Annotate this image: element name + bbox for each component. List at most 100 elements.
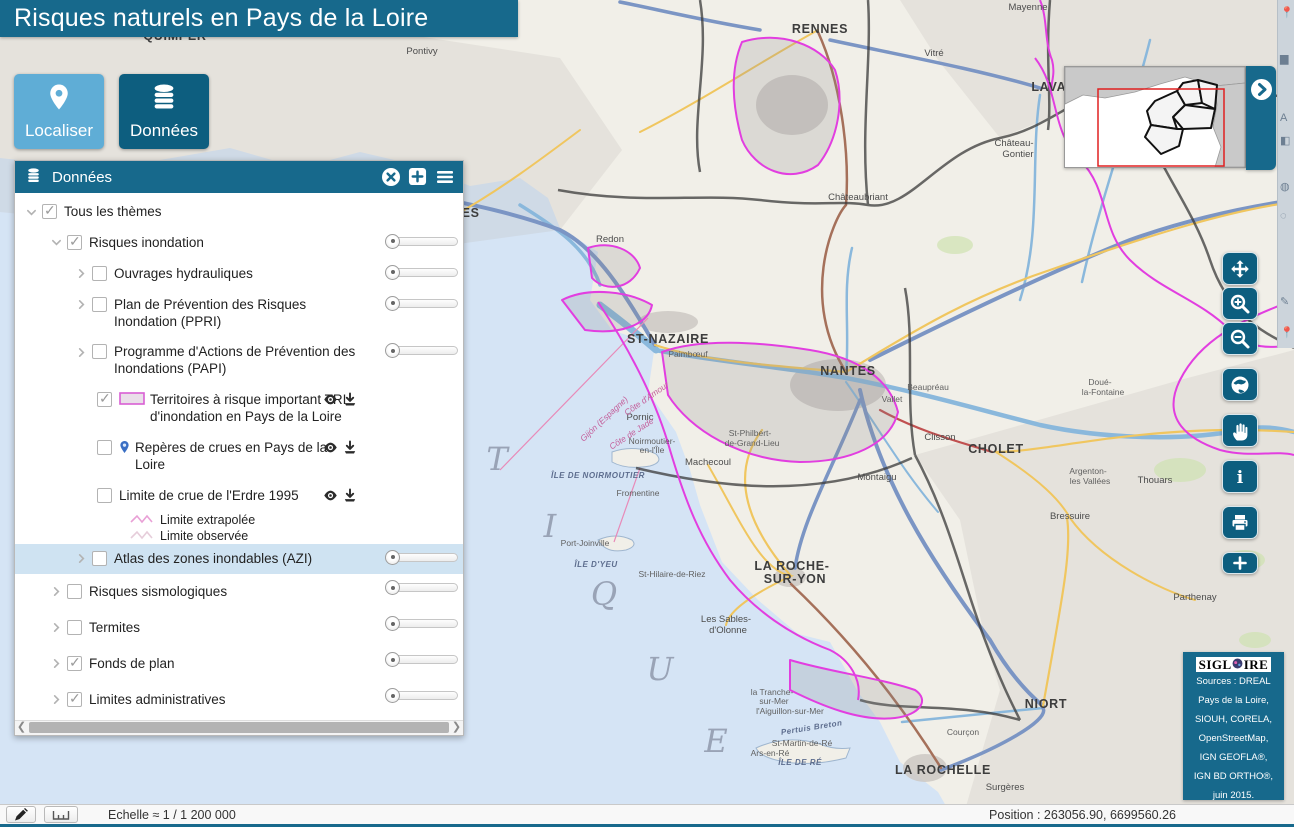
crue-marker-swatch	[119, 440, 130, 454]
chevron-down-icon[interactable]	[48, 235, 65, 251]
map-label: ÎLE D'YEU	[574, 560, 617, 569]
opacity-slider[interactable]	[386, 655, 458, 664]
add-icon[interactable]	[408, 167, 428, 187]
visibility-eye-icon[interactable]	[323, 392, 338, 407]
localiser-button[interactable]: Localiser	[14, 74, 104, 149]
layer-tree-row[interactable]: Ouvrages hydrauliques	[15, 259, 463, 290]
sources-line: juin 2015.	[1183, 786, 1284, 805]
info-button[interactable]: i	[1222, 460, 1258, 493]
print-button[interactable]	[1222, 506, 1258, 539]
layer-tree-row[interactable]: Limites administratives	[15, 682, 463, 718]
scroll-left-icon[interactable]: ❮	[15, 720, 28, 735]
svg-text:i: i	[1237, 468, 1244, 488]
layer-checkbox[interactable]	[92, 297, 107, 312]
slider-thumb[interactable]	[385, 550, 400, 565]
layer-checkbox[interactable]	[67, 584, 82, 599]
overview-collapse-tab[interactable]	[1246, 66, 1276, 170]
layer-checkbox[interactable]	[97, 488, 112, 503]
slider-thumb[interactable]	[385, 343, 400, 358]
visibility-eye-icon[interactable]	[323, 440, 338, 455]
scroll-right-icon[interactable]: ❯	[450, 720, 463, 735]
edge-panel-strip: 📍▆A◧◍◌✎📍	[1277, 0, 1294, 348]
layer-checkbox[interactable]	[97, 440, 112, 455]
full-extent-button[interactable]	[1222, 368, 1258, 401]
layer-checkbox[interactable]	[92, 551, 107, 566]
download-icon[interactable]	[343, 440, 357, 455]
chevron-right-icon[interactable]	[73, 266, 90, 282]
scalebar-tool-button[interactable]	[44, 806, 78, 823]
layer-checkbox[interactable]	[92, 266, 107, 281]
print-icon	[1229, 512, 1251, 534]
data-panel-header[interactable]: Données	[15, 161, 463, 193]
draw-tool-button[interactable]	[6, 806, 36, 823]
slider-thumb[interactable]	[385, 652, 400, 667]
opacity-slider[interactable]	[386, 583, 458, 592]
menu-icon[interactable]	[435, 167, 455, 187]
drag-hand-button[interactable]	[1222, 414, 1258, 447]
map-label: E	[703, 722, 727, 760]
layer-tree-row[interactable]: Termites	[15, 610, 463, 646]
map-label: Parthenay	[1173, 592, 1217, 603]
download-icon[interactable]	[343, 392, 357, 407]
opacity-slider[interactable]	[386, 553, 458, 562]
slider-thumb[interactable]	[385, 265, 400, 280]
scrollbar-thumb[interactable]	[29, 722, 449, 733]
layer-tree-row[interactable]: Fonds de plan	[15, 646, 463, 682]
layer-tree-row[interactable]: Risques sismologiques	[15, 574, 463, 610]
chevron-right-icon[interactable]	[73, 551, 90, 567]
pan-arrows-button[interactable]	[1222, 252, 1258, 285]
layer-checkbox[interactable]	[67, 620, 82, 635]
chevron-right-icon[interactable]	[48, 692, 65, 708]
map-label: St-Philbert-	[729, 428, 772, 438]
map-label: Châteaubriant	[828, 192, 888, 203]
sources-line: SIOUH, CORELA,	[1183, 710, 1284, 729]
opacity-slider[interactable]	[386, 691, 458, 700]
slider-thumb[interactable]	[385, 234, 400, 249]
layer-tree-row[interactable]: Programme d'Actions de Prévention des In…	[15, 337, 463, 385]
layer-checkbox[interactable]	[92, 344, 107, 359]
layer-tree-row[interactable]: Plan de Prévention des Risques Inondatio…	[15, 290, 463, 338]
pan-arrows-icon	[1229, 258, 1251, 280]
zigzag-pale-icon	[130, 529, 154, 543]
expand-plus-button[interactable]	[1222, 552, 1258, 574]
layer-label: Risques inondation	[89, 235, 204, 252]
panel-horizontal-scrollbar[interactable]: ❮ ❯	[15, 720, 463, 735]
layer-checkbox[interactable]	[67, 235, 82, 250]
layer-checkbox[interactable]	[67, 656, 82, 671]
opacity-slider[interactable]	[386, 237, 458, 246]
layer-checkbox[interactable]	[67, 692, 82, 707]
legend-entry: Limite observée	[15, 528, 463, 544]
layer-tree-row[interactable]: Atlas des zones inondables (AZI)	[15, 544, 463, 575]
opacity-slider[interactable]	[386, 299, 458, 308]
layer-tree-row[interactable]: Risques inondation	[15, 228, 463, 259]
visibility-eye-icon[interactable]	[323, 488, 338, 503]
layer-tree-row[interactable]: Tous les thèmes	[15, 197, 463, 228]
layer-tree-row[interactable]: Limite de crue de l'Erdre 1995	[15, 481, 463, 512]
layer-tree-row[interactable]: Repères de crues en Pays de la Loire	[15, 433, 463, 481]
app-title-bar: Risques naturels en Pays de la Loire	[0, 0, 518, 37]
layer-tree-row[interactable]: Territoires à risque important TRI d'ino…	[15, 385, 463, 433]
close-icon[interactable]	[381, 167, 401, 187]
overview-map[interactable]	[1064, 66, 1246, 168]
layer-checkbox[interactable]	[42, 204, 57, 219]
chevron-down-icon[interactable]	[23, 204, 40, 220]
opacity-slider[interactable]	[386, 268, 458, 277]
opacity-slider[interactable]	[386, 346, 458, 355]
chevron-right-icon[interactable]	[73, 297, 90, 313]
map-label: Surgères	[986, 782, 1025, 793]
chevron-right-icon[interactable]	[73, 344, 90, 360]
opacity-slider[interactable]	[386, 619, 458, 628]
zoom-in-button[interactable]	[1222, 287, 1258, 320]
slider-thumb[interactable]	[385, 688, 400, 703]
chevron-right-icon[interactable]	[48, 620, 65, 636]
slider-thumb[interactable]	[385, 616, 400, 631]
full-extent-icon	[1229, 374, 1251, 396]
donnees-button[interactable]: Données	[119, 74, 209, 149]
chevron-right-icon[interactable]	[48, 656, 65, 672]
layer-checkbox[interactable]	[97, 392, 112, 407]
slider-thumb[interactable]	[385, 580, 400, 595]
slider-thumb[interactable]	[385, 296, 400, 311]
chevron-right-icon[interactable]	[48, 584, 65, 600]
download-icon[interactable]	[343, 488, 357, 503]
zoom-out-button[interactable]	[1222, 322, 1258, 355]
